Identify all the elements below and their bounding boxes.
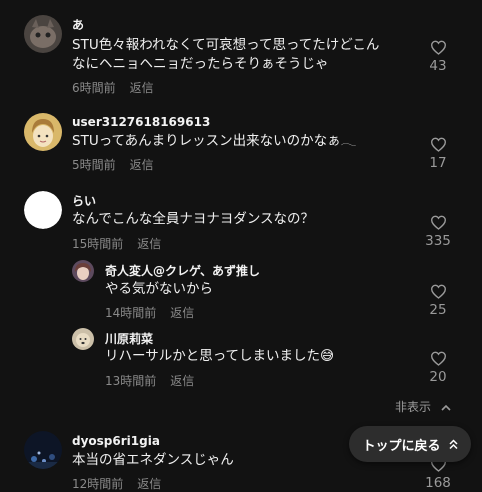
comment-meta: 15時間前 返信	[72, 235, 175, 252]
reply-button[interactable]: 返信	[137, 237, 161, 251]
like-count: 335	[425, 233, 451, 249]
night-photo-avatar[interactable]	[24, 431, 62, 469]
anime-avatar[interactable]	[72, 260, 94, 282]
comment-username[interactable]: dyosp6ri1gia	[72, 434, 160, 448]
comment-text-line: なにヘニョヘニョだったらそりぁそうじゃ	[72, 56, 329, 72]
comment-username[interactable]: あ	[72, 16, 84, 33]
back-to-top-button[interactable]: トップに戻る	[349, 426, 471, 462]
like-count: 20	[429, 369, 447, 385]
comment-time: 12時間前	[72, 477, 124, 491]
heart-icon	[430, 40, 446, 55]
white-circle-avatar-image	[24, 191, 62, 229]
like-count: 168	[425, 475, 451, 491]
default-face-avatar-image	[24, 113, 62, 151]
comment-username[interactable]: らい	[72, 192, 96, 209]
heart-icon	[430, 137, 446, 152]
like-button[interactable]: 335	[418, 215, 458, 249]
comment-text-line: 本当の省エネダンスじゃん	[72, 452, 234, 468]
comment-time: 6時間前	[72, 81, 116, 95]
cat-photo-avatar[interactable]	[24, 15, 62, 53]
comment-text-line: なんでこんな全員ナヨナヨダンスなの？	[72, 211, 315, 227]
back-to-top-label: トップに戻る	[362, 438, 441, 454]
chevron-up-icon	[441, 404, 451, 411]
reply-button[interactable]: 返信	[130, 158, 154, 172]
like-button[interactable]: 168	[418, 457, 458, 491]
reply-username[interactable]: 川原莉菜	[105, 330, 153, 347]
reply-time: 13時間前	[105, 374, 157, 388]
cat-photo-avatar-image	[24, 15, 62, 53]
reply-button[interactable]: 返信	[130, 81, 154, 95]
comment-time: 5時間前	[72, 158, 116, 172]
comment-text-line: STU色々報われなくて可哀想って思ってたけどこん	[72, 37, 380, 53]
heart-icon	[430, 215, 446, 230]
reply-meta: 14時間前 返信	[105, 304, 208, 321]
hide-replies-label: 非表示	[395, 400, 432, 414]
reply-text-line: やる気がないから	[105, 281, 213, 297]
reply-meta: 13時間前 返信	[105, 372, 208, 389]
like-count: 25	[429, 302, 447, 318]
dog-avatar-image	[72, 328, 94, 350]
like-button[interactable]: 17	[418, 137, 458, 171]
night-photo-avatar-image	[24, 431, 62, 469]
reply-username[interactable]: 奇人変人@クレゲ、あず推し	[105, 262, 260, 279]
reply-button[interactable]: 返信	[170, 374, 194, 388]
dog-avatar[interactable]	[72, 328, 94, 350]
default-face-avatar[interactable]	[24, 113, 62, 151]
comment-meta: 6時間前 返信	[72, 79, 168, 96]
like-button[interactable]: 25	[418, 284, 458, 318]
hide-replies-button[interactable]: 非表示	[395, 398, 451, 415]
comment-username[interactable]: user3127618169613	[72, 115, 210, 129]
comment-time: 15時間前	[72, 237, 124, 251]
like-count: 43	[429, 58, 447, 74]
comment-meta: 5時間前 返信	[72, 156, 168, 173]
anime-avatar-image	[72, 260, 94, 282]
reply-button[interactable]: 返信	[137, 477, 161, 491]
reply-time: 14時間前	[105, 306, 157, 320]
white-circle-avatar[interactable]	[24, 191, 62, 229]
like-count: 17	[429, 155, 447, 171]
reply-button[interactable]: 返信	[170, 306, 194, 320]
double-chevron-up-icon	[448, 438, 458, 449]
like-button[interactable]: 20	[418, 351, 458, 385]
comment-text-line: STUってあんまりレッスン出来ないのかなぁ𓂃	[72, 133, 357, 149]
like-button[interactable]: 43	[418, 40, 458, 74]
reply-text-line: リハーサルかと思ってしまいました😅	[105, 348, 335, 364]
heart-icon	[430, 284, 446, 299]
heart-icon	[430, 351, 446, 366]
comment-meta: 12時間前 返信	[72, 475, 175, 492]
